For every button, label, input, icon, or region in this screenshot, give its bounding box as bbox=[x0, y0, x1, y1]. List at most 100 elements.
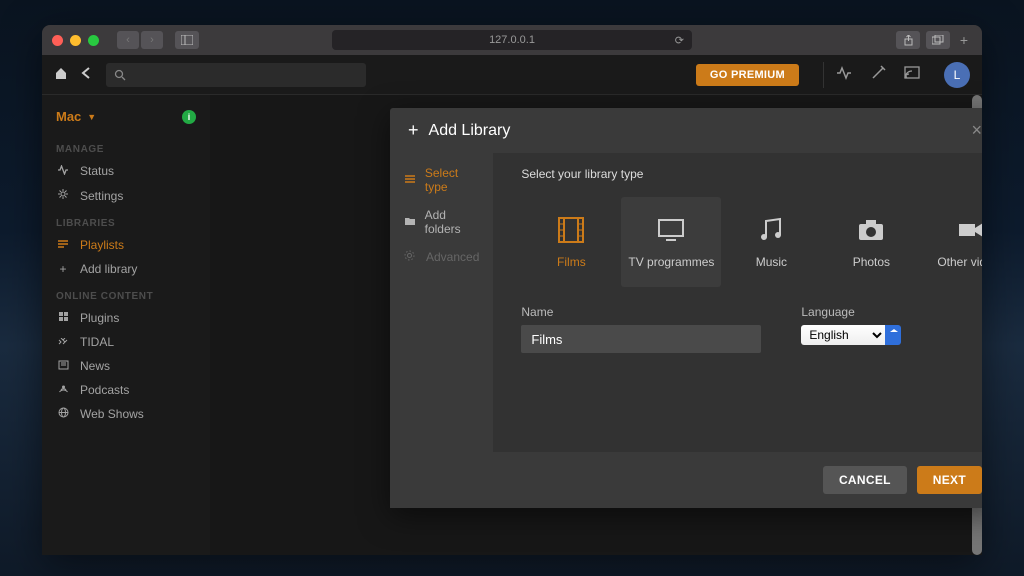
library-type-grid: Films TV programmes Music bbox=[521, 197, 982, 287]
tools-icon[interactable] bbox=[870, 65, 886, 84]
url-text: 127.0.0.1 bbox=[489, 34, 535, 46]
music-icon bbox=[756, 215, 786, 245]
search-icon bbox=[114, 69, 126, 81]
server-name: Mac bbox=[56, 109, 81, 124]
add-library-modal: + Add Library × Select type Ad bbox=[390, 108, 982, 508]
sidebar-item-tidal[interactable]: TIDAL bbox=[42, 330, 210, 354]
sidebar-item-label: Settings bbox=[80, 189, 123, 203]
step-select-type[interactable]: Select type bbox=[390, 159, 493, 201]
step-label: Advanced bbox=[426, 250, 479, 264]
chevron-down-icon: ▼ bbox=[87, 112, 96, 122]
browser-sidebar-toggle[interactable] bbox=[175, 31, 199, 49]
type-label: Other videos bbox=[937, 255, 982, 269]
sidebar-item-playlists[interactable]: Playlists bbox=[42, 233, 210, 257]
minimize-window-button[interactable] bbox=[70, 35, 81, 46]
sidebar-item-add-library[interactable]: + Add library bbox=[42, 257, 210, 281]
type-films[interactable]: Films bbox=[521, 197, 621, 287]
reload-icon[interactable]: ⟳ bbox=[675, 34, 684, 47]
manage-header: MANAGE bbox=[42, 134, 210, 159]
web-shows-icon bbox=[56, 407, 70, 421]
language-label: Language bbox=[801, 305, 901, 319]
user-avatar[interactable]: L bbox=[944, 62, 970, 88]
browser-titlebar: ‹ › 127.0.0.1 ⟳ + bbox=[42, 25, 982, 55]
modal-prompt: Select your library type bbox=[521, 167, 982, 181]
app-back-icon[interactable] bbox=[80, 66, 94, 83]
activity-icon bbox=[56, 164, 70, 178]
tv-icon bbox=[656, 215, 686, 245]
type-label: Photos bbox=[853, 255, 890, 269]
type-label: TV programmes bbox=[628, 255, 714, 269]
folder-icon bbox=[404, 215, 417, 229]
sidebar-item-label: Add library bbox=[80, 262, 137, 276]
browser-window: ‹ › 127.0.0.1 ⟳ + bbox=[42, 25, 982, 555]
library-name-input[interactable] bbox=[521, 325, 761, 353]
news-icon bbox=[56, 359, 70, 373]
sidebar-item-podcasts[interactable]: Podcasts bbox=[42, 378, 210, 402]
plus-icon: + bbox=[56, 262, 70, 276]
go-premium-button[interactable]: GO PREMIUM bbox=[696, 64, 799, 86]
type-label: Films bbox=[557, 255, 586, 269]
camera-icon bbox=[856, 215, 886, 245]
share-button[interactable] bbox=[896, 31, 920, 49]
new-tab-button[interactable]: + bbox=[956, 31, 972, 49]
browser-nav-group: ‹ › bbox=[117, 31, 163, 49]
libraries-header: LIBRARIES bbox=[42, 208, 210, 233]
home-icon[interactable] bbox=[54, 66, 68, 83]
sidebar-item-plugins[interactable]: Plugins bbox=[42, 306, 210, 330]
tabs-button[interactable] bbox=[926, 31, 950, 49]
activity-icon[interactable] bbox=[836, 66, 852, 83]
url-bar[interactable]: 127.0.0.1 ⟳ bbox=[332, 30, 692, 50]
plus-icon: + bbox=[408, 120, 419, 141]
name-label: Name bbox=[521, 305, 761, 319]
sidebar-item-label: News bbox=[80, 359, 110, 373]
browser-back-button[interactable]: ‹ bbox=[117, 31, 139, 49]
type-other[interactable]: Other videos bbox=[921, 197, 982, 287]
podcast-icon bbox=[56, 383, 70, 397]
gear-icon bbox=[56, 188, 70, 203]
window-controls bbox=[52, 35, 99, 46]
plugins-icon bbox=[56, 311, 70, 325]
close-modal-button[interactable]: × bbox=[971, 120, 982, 141]
language-select[interactable]: English bbox=[801, 325, 901, 345]
modal-footer: CANCEL NEXT bbox=[390, 452, 982, 508]
video-icon bbox=[956, 215, 982, 245]
step-label: Select type bbox=[425, 166, 480, 194]
search-input[interactable] bbox=[106, 63, 366, 87]
sidebar-item-web-shows[interactable]: Web Shows bbox=[42, 402, 210, 426]
type-music[interactable]: Music bbox=[721, 197, 821, 287]
close-window-button[interactable] bbox=[52, 35, 63, 46]
sidebar-item-label: TIDAL bbox=[80, 335, 114, 349]
app-content: GO PREMIUM L Mac ▼ i bbox=[42, 55, 982, 555]
cast-icon[interactable] bbox=[904, 66, 920, 83]
sidebar-item-label: Web Shows bbox=[80, 407, 144, 421]
next-button[interactable]: NEXT bbox=[917, 466, 982, 494]
step-add-folders[interactable]: Add folders bbox=[390, 201, 493, 243]
sidebar-item-news[interactable]: News bbox=[42, 354, 210, 378]
sidebar-item-settings[interactable]: Settings bbox=[42, 183, 210, 208]
playlist-icon bbox=[56, 238, 70, 252]
main-content: stsms + Add Library × Select type bbox=[210, 95, 982, 555]
sidebar-item-label: Playlists bbox=[80, 238, 124, 252]
browser-forward-button[interactable]: › bbox=[141, 31, 163, 49]
sidebar-item-label: Plugins bbox=[80, 311, 119, 325]
gear-icon bbox=[404, 250, 418, 264]
list-icon bbox=[404, 173, 417, 187]
app-header: GO PREMIUM L bbox=[42, 55, 982, 95]
cancel-button[interactable]: CANCEL bbox=[823, 466, 907, 494]
step-advanced: Advanced bbox=[390, 243, 493, 271]
sidebar-item-status[interactable]: Status bbox=[42, 159, 210, 183]
sidebar: Mac ▼ i MANAGE Status Settings LIBRARIES… bbox=[42, 95, 210, 555]
maximize-window-button[interactable] bbox=[88, 35, 99, 46]
tidal-icon bbox=[56, 335, 70, 349]
film-icon bbox=[556, 215, 586, 245]
sidebar-item-label: Podcasts bbox=[80, 383, 129, 397]
modal-title: Add Library bbox=[429, 122, 511, 140]
online-header: ONLINE CONTENT bbox=[42, 281, 210, 306]
server-status-icon: i bbox=[182, 110, 196, 124]
type-tv[interactable]: TV programmes bbox=[621, 197, 721, 287]
step-label: Add folders bbox=[425, 208, 480, 236]
sidebar-item-label: Status bbox=[80, 164, 114, 178]
type-label: Music bbox=[756, 255, 787, 269]
server-selector[interactable]: Mac ▼ i bbox=[42, 105, 210, 134]
type-photos[interactable]: Photos bbox=[821, 197, 921, 287]
